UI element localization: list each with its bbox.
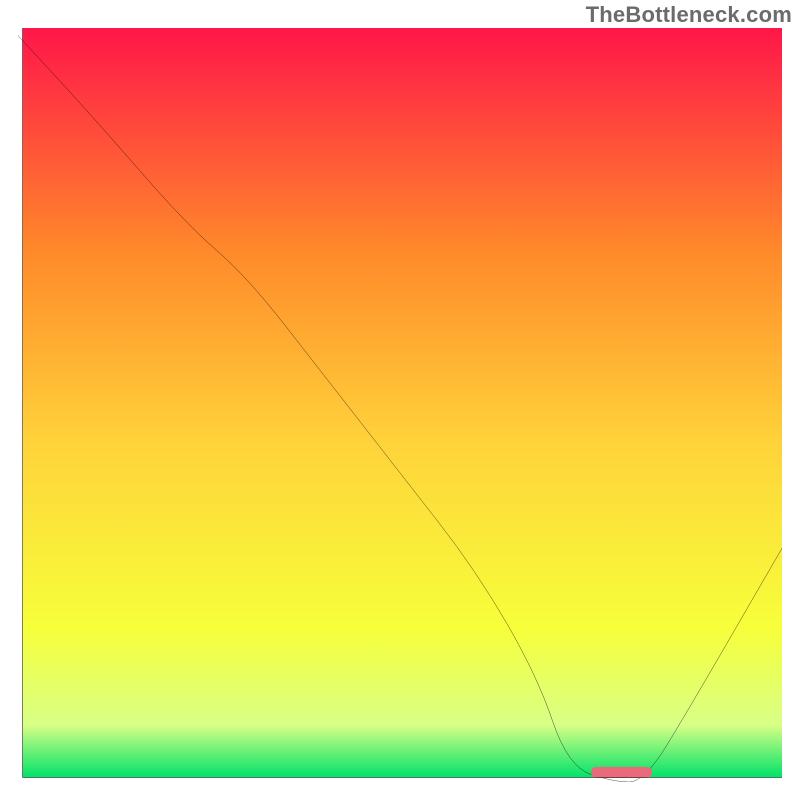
watermark-text: TheBottleneck.com	[586, 2, 792, 28]
gradient-field	[23, 28, 782, 777]
plot-area	[18, 28, 782, 782]
chart-stage: TheBottleneck.com	[0, 0, 800, 800]
chart-svg	[18, 28, 782, 782]
optimal-marker	[591, 767, 652, 778]
